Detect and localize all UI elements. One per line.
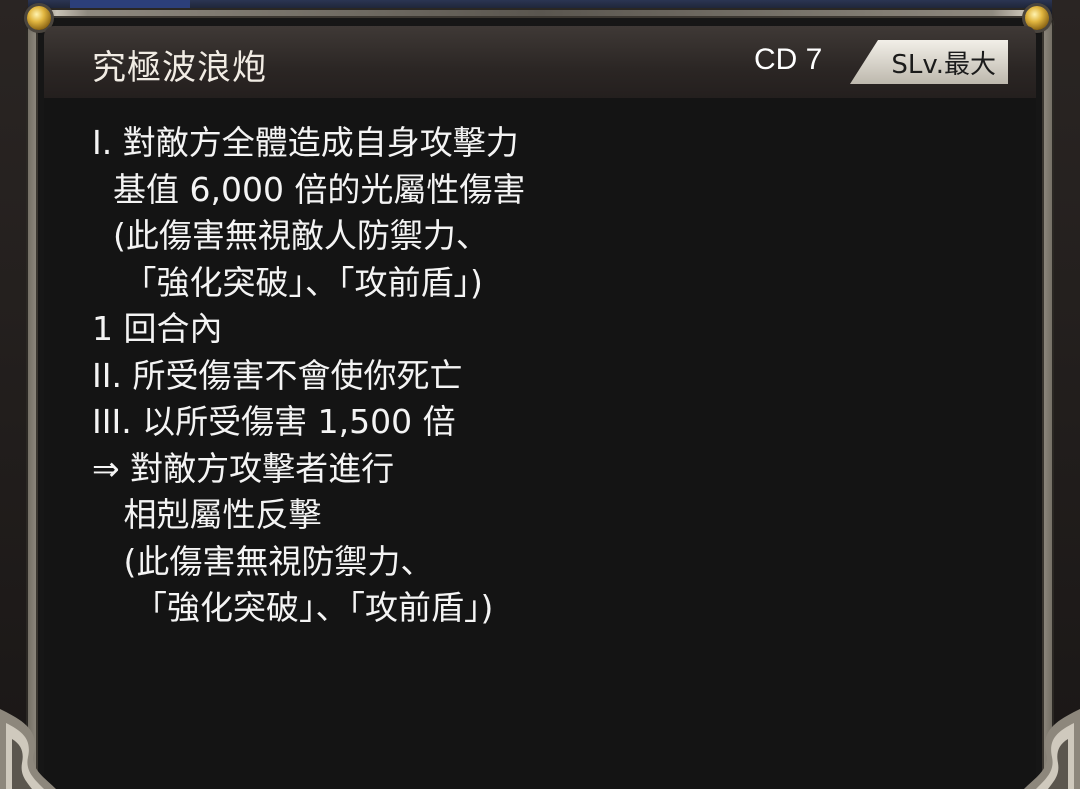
cooldown-label: CD 7 — [754, 43, 823, 76]
skill-description-panel: I. 對敵方全體造成自身攻擊力 基值 6,000 倍的光屬性傷害 (此傷害無視敵… — [44, 98, 1036, 789]
skill-header: 究極波浪炮 CD 7 SLv.最大 — [44, 26, 1036, 100]
frame-ornament-right — [1024, 709, 1080, 789]
description-line: 「強化突破」、「攻前盾」) — [92, 588, 494, 627]
description-line: 基值 6,000 倍的光屬性傷害 — [92, 169, 526, 209]
description-line: II. 所受傷害不會使你死亡 — [92, 355, 463, 395]
skill-name: 究極波浪炮 — [92, 48, 267, 88]
description-line: (此傷害無視敵人防禦力、 — [92, 216, 489, 255]
description-line: 相剋屬性反擊 — [92, 495, 322, 534]
skill-detail-screen: 究極波浪炮 CD 7 SLv.最大 I. 對敵方全體造成自身攻擊力 基值 6,0… — [0, 0, 1080, 789]
gold-bolt-icon — [27, 6, 51, 30]
description-line: III. 以所受傷害 1,500 倍 — [92, 402, 456, 441]
frame-ornament-left — [0, 709, 56, 789]
skill-level-badge: SLv.最大 — [850, 40, 1008, 84]
description-line: 1 回合內 — [92, 309, 223, 348]
description-line: I. 對敵方全體造成自身攻擊力 — [92, 123, 519, 162]
description-line: 「強化突破」、「攻前盾」) — [92, 262, 483, 302]
description-line: ⇒ 對敵方攻擊者進行 — [92, 448, 395, 488]
skill-description: I. 對敵方全體造成自身攻擊力 基值 6,000 倍的光屬性傷害 (此傷害無視敵… — [92, 120, 525, 632]
description-line: (此傷害無視防禦力、 — [92, 541, 434, 581]
